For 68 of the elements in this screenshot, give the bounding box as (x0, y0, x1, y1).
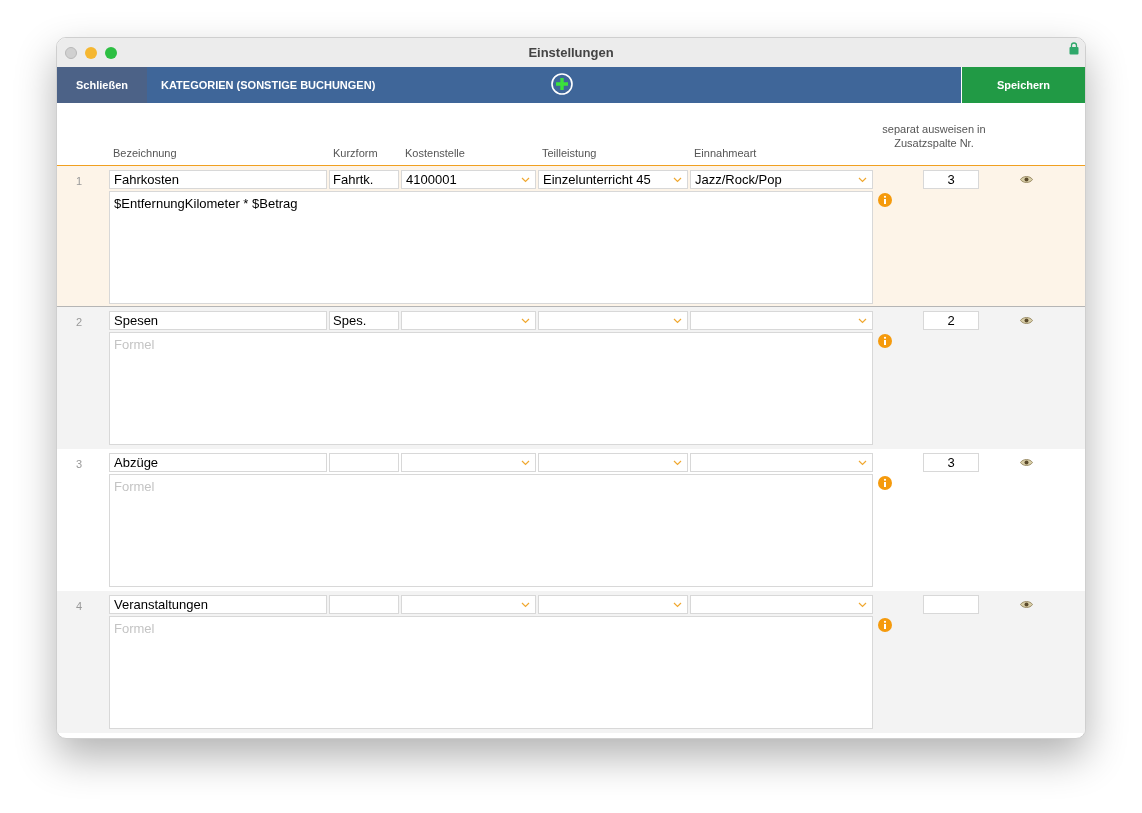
short-name-field[interactable]: Fahrtk. (329, 170, 399, 189)
formula-field[interactable]: $EntfernungKilometer * $Betrag (109, 191, 873, 304)
column-header: Kostenstelle (405, 145, 466, 161)
add-icon[interactable] (551, 73, 573, 95)
dropdown[interactable] (690, 311, 873, 330)
caret-icon (521, 176, 530, 183)
column-header: Bezeichnung (113, 145, 178, 161)
zoom-window-icon[interactable] (105, 46, 117, 59)
dropdown[interactable] (538, 311, 688, 330)
dropdown[interactable] (690, 595, 873, 614)
row-number: 2 (75, 315, 84, 330)
short-name-field[interactable] (329, 595, 399, 614)
caret-icon (858, 176, 867, 183)
lock-icon (1069, 42, 1079, 55)
column-number-field[interactable]: 2 (923, 311, 979, 330)
caret-icon (673, 601, 682, 608)
window-title: Einstellungen (528, 43, 614, 62)
info-icon[interactable] (878, 193, 892, 207)
name-field[interactable]: Abzüge (109, 453, 327, 472)
caret-icon (521, 317, 530, 324)
category-row[interactable]: 3 Abzüge Formel 3 (57, 449, 1085, 591)
row-number: 4 (75, 599, 84, 614)
caret-icon (673, 176, 682, 183)
eye-icon[interactable] (1020, 600, 1033, 609)
row-number: 1 (75, 174, 84, 189)
caret-icon (858, 459, 867, 466)
column-header: Einnahmeart (694, 145, 758, 161)
minimize-window-icon[interactable] (85, 46, 97, 59)
column-number-field[interactable] (923, 595, 979, 614)
caret-icon (858, 601, 867, 608)
column-header: Teilleistung (542, 145, 598, 161)
dropdown[interactable] (538, 453, 688, 472)
column-header: Kurzform (333, 145, 379, 161)
caret-icon (673, 317, 682, 324)
close-button[interactable]: Schließen (57, 67, 147, 103)
name-field[interactable]: Veranstaltungen (109, 595, 327, 614)
row-number: 3 (75, 457, 84, 472)
dropdown[interactable] (538, 595, 688, 614)
column-number-field[interactable]: 3 (923, 453, 979, 472)
short-name-field[interactable]: Spes. (329, 311, 399, 330)
eye-icon[interactable] (1020, 458, 1033, 467)
column-number-field[interactable]: 3 (923, 170, 979, 189)
category-row[interactable]: 4 Veranstaltungen Formel (57, 591, 1085, 733)
eye-icon[interactable] (1020, 316, 1033, 325)
caret-icon (858, 317, 867, 324)
category-row[interactable]: 2 Spesen Spes. Formel 2 (57, 307, 1085, 449)
dropdown[interactable]: 4100001 (401, 170, 536, 189)
eye-icon[interactable] (1020, 175, 1033, 184)
column-header: separat ausweisen in Zusatzspalte Nr. (881, 122, 987, 150)
caret-icon (521, 601, 530, 608)
save-button[interactable]: Speichern (961, 67, 1085, 103)
short-name-field[interactable] (329, 453, 399, 472)
dropdown[interactable]: Einzelunterricht 45 (538, 170, 688, 189)
caret-icon (673, 459, 682, 466)
dropdown[interactable]: Jazz/Rock/Pop (690, 170, 873, 189)
close-window-icon[interactable] (65, 46, 77, 59)
dropdown[interactable] (401, 453, 536, 472)
name-field[interactable]: Fahrkosten (109, 170, 327, 189)
section-title: KATEGORIEN (SONSTIGE BUCHUNGEN) (161, 77, 376, 93)
dropdown[interactable] (401, 311, 536, 330)
category-row[interactable]: 1 Fahrkosten Fahrtk. 4100001 Einzelunterricht 45 Jazz/Rock/Pop $EntfernungKilometer * $Betrag 3 (57, 165, 1085, 307)
dropdown[interactable] (690, 453, 873, 472)
info-icon[interactable] (878, 334, 892, 348)
name-field[interactable]: Spesen (109, 311, 327, 330)
dropdown[interactable] (401, 595, 536, 614)
caret-icon (521, 459, 530, 466)
info-icon[interactable] (878, 618, 892, 632)
info-icon[interactable] (878, 476, 892, 490)
